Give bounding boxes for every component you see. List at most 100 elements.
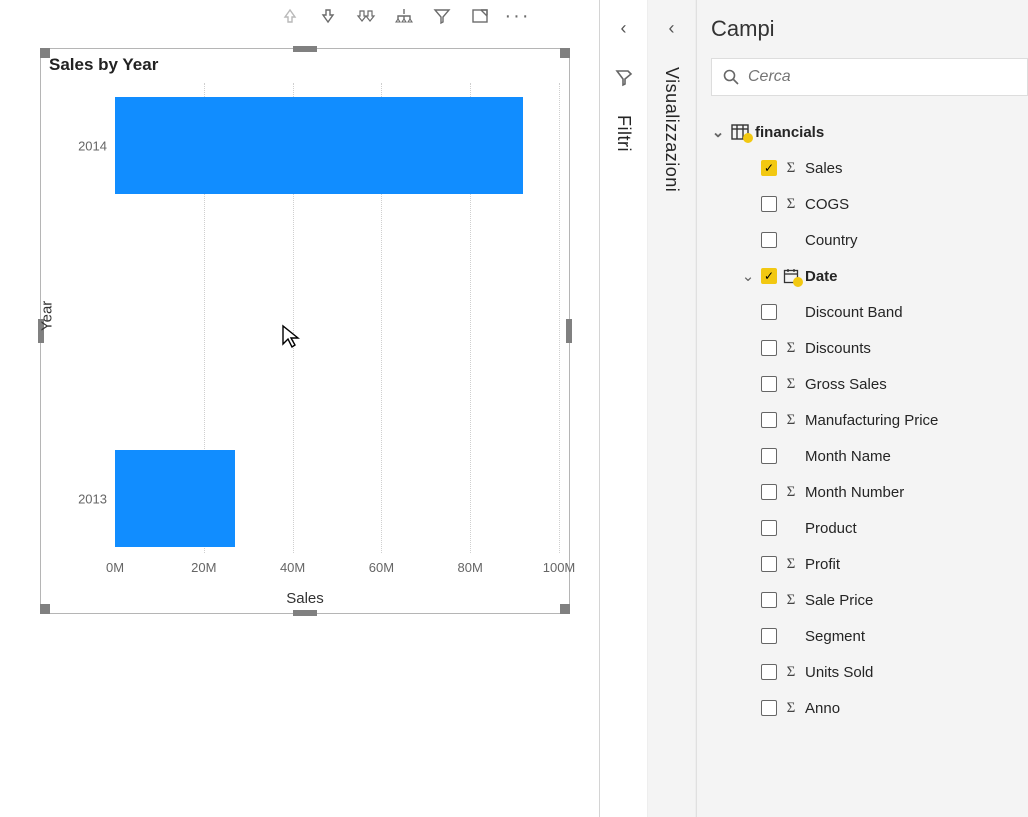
calendar-icon bbox=[783, 268, 799, 284]
sigma-icon: Σ bbox=[783, 592, 799, 609]
field-label: Profit bbox=[805, 556, 1022, 573]
field-checkbox[interactable] bbox=[761, 628, 777, 644]
expand-filters-chevron-icon[interactable]: ‹ bbox=[621, 18, 627, 39]
visual-header-toolbar: ··· bbox=[280, 6, 528, 26]
x-tick-label: 80M bbox=[458, 560, 483, 575]
resize-handle[interactable] bbox=[560, 604, 570, 614]
sigma-icon: Σ bbox=[783, 556, 799, 573]
chart-plot-area: 0M20M40M60M80M100M20142013 bbox=[115, 83, 559, 553]
field-row[interactable]: Σ Units Sold bbox=[711, 654, 1022, 690]
field-row[interactable]: ✓ Σ Sales bbox=[711, 150, 1022, 186]
more-options-icon[interactable]: ··· bbox=[508, 6, 528, 26]
visualizations-pane-title: Visualizzazioni bbox=[661, 67, 682, 192]
field-checkbox[interactable] bbox=[761, 412, 777, 428]
collapse-chevron-icon[interactable]: ⌄ bbox=[711, 123, 725, 141]
focus-mode-icon[interactable] bbox=[470, 6, 490, 26]
table-name-label: financials bbox=[755, 124, 1022, 141]
field-label: Units Sold bbox=[805, 664, 1022, 681]
field-row[interactable]: ⌄ ✓ Date bbox=[711, 258, 1022, 294]
field-row[interactable]: Σ Month Number bbox=[711, 474, 1022, 510]
field-row[interactable]: ΣGross Sales bbox=[711, 366, 1022, 402]
bar[interactable] bbox=[115, 450, 235, 547]
report-canvas[interactable]: ··· Sales by Year 0M20M40M60M80M100M2014… bbox=[0, 0, 599, 817]
sigma-icon: Σ bbox=[783, 160, 799, 177]
y-tick-label: 2014 bbox=[78, 138, 107, 153]
field-checkbox[interactable] bbox=[761, 448, 777, 464]
expand-hierarchy-icon[interactable] bbox=[394, 6, 414, 26]
field-checkbox[interactable] bbox=[761, 376, 777, 392]
field-label: Segment bbox=[805, 628, 1022, 645]
resize-handle[interactable] bbox=[40, 48, 50, 58]
field-label: Gross Sales bbox=[805, 376, 1022, 393]
resize-handle[interactable] bbox=[293, 46, 317, 52]
field-label: Date bbox=[805, 268, 1022, 285]
x-tick-label: 20M bbox=[191, 560, 216, 575]
field-label: Manufacturing Price bbox=[805, 412, 1022, 429]
field-row[interactable]: Σ Anno bbox=[711, 690, 1022, 726]
field-checkbox[interactable]: ✓ bbox=[761, 268, 777, 284]
bar[interactable] bbox=[115, 97, 523, 194]
x-tick-label: 100M bbox=[543, 560, 576, 575]
field-row[interactable]: ΣManufacturing Price bbox=[711, 402, 1022, 438]
field-checkbox[interactable] bbox=[761, 304, 777, 320]
field-checkbox[interactable]: ✓ bbox=[761, 160, 777, 176]
fields-pane-title: Campi bbox=[697, 12, 1028, 58]
next-level-icon[interactable] bbox=[356, 6, 376, 26]
fields-search-box[interactable] bbox=[711, 58, 1028, 96]
field-checkbox[interactable] bbox=[761, 340, 777, 356]
drill-down-icon[interactable] bbox=[318, 6, 338, 26]
field-label: Discounts bbox=[805, 340, 1022, 357]
table-icon bbox=[731, 124, 749, 140]
resize-handle[interactable] bbox=[566, 319, 572, 343]
visualizations-pane-collapsed[interactable]: ‹ Visualizzazioni bbox=[648, 0, 696, 817]
filter-icon bbox=[614, 67, 634, 87]
filters-pane-title: Filtri bbox=[613, 115, 634, 152]
drill-up-icon[interactable] bbox=[280, 6, 300, 26]
resize-handle[interactable] bbox=[560, 48, 570, 58]
field-row[interactable]: Segment bbox=[711, 618, 1022, 654]
field-label: Month Number bbox=[805, 484, 1022, 501]
resize-handle[interactable] bbox=[293, 610, 317, 616]
search-input[interactable] bbox=[748, 68, 1017, 86]
sigma-icon: Σ bbox=[783, 196, 799, 213]
field-row[interactable]: Σ COGS bbox=[711, 186, 1022, 222]
field-row[interactable]: Country bbox=[711, 222, 1022, 258]
field-checkbox[interactable] bbox=[761, 232, 777, 248]
y-tick-label: 2013 bbox=[78, 491, 107, 506]
field-label: Country bbox=[805, 232, 1022, 249]
fields-pane: Campi ⌄ financials ✓ Σ Sales Σ COGS Country ⌄ ✓… bbox=[696, 0, 1028, 817]
field-row[interactable]: ΣDiscounts bbox=[711, 330, 1022, 366]
field-checkbox[interactable] bbox=[761, 484, 777, 500]
field-checkbox[interactable] bbox=[761, 196, 777, 212]
field-label: Product bbox=[805, 520, 1022, 537]
chart-visual[interactable]: Sales by Year 0M20M40M60M80M100M20142013… bbox=[40, 48, 570, 614]
expand-visualizations-chevron-icon[interactable]: ‹ bbox=[669, 18, 675, 39]
x-tick-label: 40M bbox=[280, 560, 305, 575]
field-checkbox[interactable] bbox=[761, 520, 777, 536]
field-checkbox[interactable] bbox=[761, 664, 777, 680]
field-checkbox[interactable] bbox=[761, 592, 777, 608]
field-label: Sales bbox=[805, 160, 1022, 177]
field-label: Discount Band bbox=[805, 304, 1022, 321]
table-node[interactable]: ⌄ financials bbox=[711, 114, 1022, 150]
field-label: Anno bbox=[805, 700, 1022, 717]
chart-title: Sales by Year bbox=[41, 49, 569, 77]
field-row[interactable]: Month Name bbox=[711, 438, 1022, 474]
field-row[interactable]: Product bbox=[711, 510, 1022, 546]
field-row[interactable]: Σ Profit bbox=[711, 546, 1022, 582]
field-row[interactable]: Discount Band bbox=[711, 294, 1022, 330]
field-label: Sale Price bbox=[805, 592, 1022, 609]
fields-tree: ⌄ financials ✓ Σ Sales Σ COGS Country ⌄ ✓ Date Di… bbox=[697, 108, 1028, 726]
x-axis-label: Sales bbox=[286, 590, 324, 607]
field-row[interactable]: Σ Sale Price bbox=[711, 582, 1022, 618]
field-checkbox[interactable] bbox=[761, 700, 777, 716]
expand-chevron-icon[interactable]: ⌄ bbox=[741, 267, 755, 285]
field-label: COGS bbox=[805, 196, 1022, 213]
filters-pane-collapsed[interactable]: ‹ Filtri bbox=[600, 0, 648, 817]
sigma-icon: Σ bbox=[783, 664, 799, 681]
sigma-icon: Σ bbox=[783, 700, 799, 717]
sigma-icon: Σ bbox=[783, 484, 799, 501]
resize-handle[interactable] bbox=[40, 604, 50, 614]
field-checkbox[interactable] bbox=[761, 556, 777, 572]
filter-icon[interactable] bbox=[432, 6, 452, 26]
